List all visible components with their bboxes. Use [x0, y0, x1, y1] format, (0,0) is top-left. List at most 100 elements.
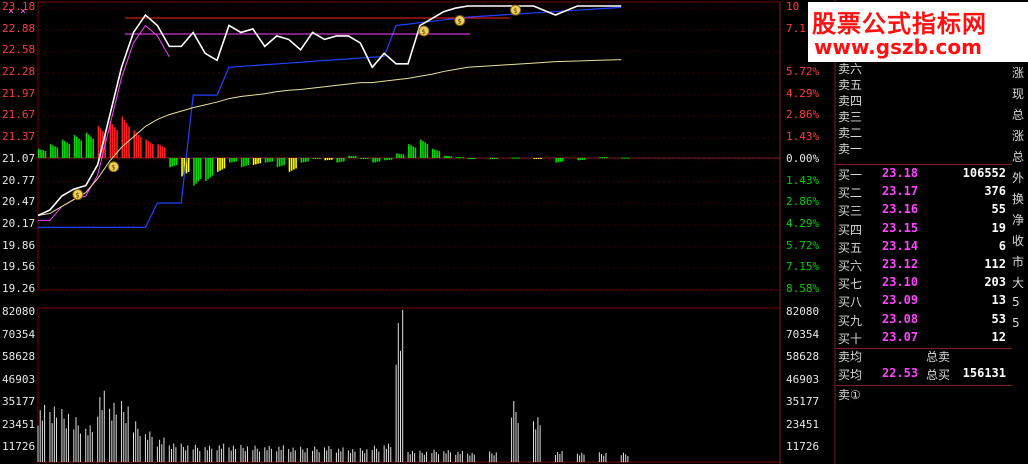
volume-pane-border [37, 307, 781, 463]
intraday-chart[interactable]: $ $ $ $ $ [0, 0, 836, 464]
order-volume: 55 [991, 202, 1006, 217]
macd-bar [625, 157, 628, 159]
total-sell-label: 总卖 [926, 350, 951, 364]
percent-tick-label: 10 [786, 0, 800, 13]
macd-bar [513, 157, 516, 159]
macd-bar [360, 158, 362, 159]
info-char: 外 [1012, 171, 1025, 185]
sell-row[interactable]: 卖一 [836, 140, 1012, 159]
macd-bar [195, 158, 197, 184]
macd-bar [312, 158, 315, 159]
macd-bar [443, 155, 446, 158]
macd-bar [340, 158, 343, 162]
price-tick-label: 22.58 [2, 43, 36, 57]
macd-bar [374, 158, 377, 163]
buy-row[interactable]: 买十 23.07 12 [836, 330, 1012, 349]
macd-bar [384, 158, 386, 161]
order-label: 买九 [838, 313, 863, 328]
info-char: 大 [1012, 276, 1025, 290]
macd-bar [219, 158, 221, 171]
volume-bars [37, 310, 629, 462]
macd-bar [211, 158, 214, 176]
money-bag-icon: $ [108, 161, 120, 173]
price-tick-label: 21.07 [2, 151, 36, 165]
macd-bar [343, 158, 345, 162]
macd-bar [386, 158, 388, 161]
macd-bar [326, 158, 329, 161]
buy-row[interactable]: 买三 23.16 55 [836, 202, 1012, 221]
macd-bar [259, 158, 262, 164]
macd-bar [163, 147, 166, 158]
avg-buy-row[interactable]: 买均 22.53 156131 总买 [836, 366, 1012, 385]
macd-bar [52, 145, 54, 158]
macd-bar [276, 158, 279, 168]
order-label: 买二 [838, 186, 863, 201]
macd-bar [314, 158, 317, 159]
buy-row[interactable]: 买一 23.18 106552 [836, 166, 1012, 185]
order-price: 23.16 [882, 202, 919, 217]
macd-bar [390, 158, 393, 160]
order-price: 23.12 [882, 257, 919, 271]
macd-bar [621, 157, 623, 159]
percent-tick-label: 7.15% [786, 260, 820, 274]
price-tick-label: 22.28 [2, 65, 36, 79]
macd-bar [366, 158, 369, 159]
buy-row[interactable]: 买二 23.17 376 [836, 184, 1012, 203]
buy-row[interactable]: 买九 23.08 53 [836, 312, 1012, 331]
sell-detail-row[interactable]: 卖① [836, 386, 1012, 405]
buy-row[interactable]: 买八 23.09 13 [836, 293, 1012, 312]
macd-bar [467, 158, 470, 159]
macd-bar [159, 145, 162, 158]
macd-bar [533, 158, 536, 159]
macd-bar [388, 158, 391, 160]
macd-bar [474, 158, 476, 159]
macd-bar [518, 157, 520, 159]
order-volume: 13 [991, 293, 1006, 308]
buy-row[interactable]: 买七 23.10 203 [836, 275, 1012, 294]
price-tick-label: 23.18 [2, 0, 36, 13]
buy-row[interactable]: 买六 23.12 112 [836, 257, 1012, 276]
buy-row[interactable]: 买四 23.15 19 [836, 221, 1012, 240]
macd-bar [307, 158, 309, 162]
macd-bar [54, 146, 56, 158]
macd-bar [38, 148, 40, 158]
macd-bar [300, 158, 303, 163]
macd-bar [396, 153, 398, 158]
macd-bar [209, 158, 212, 178]
macd-bar [125, 123, 128, 158]
price-tick-label: 20.47 [2, 195, 36, 209]
macd-bar [92, 138, 94, 158]
macd-bar [157, 144, 159, 158]
percent-tick-label: 8.58% [786, 282, 820, 295]
avg-sell-row[interactable]: 卖均 总卖 [836, 348, 1012, 367]
info-char: 收 [1012, 234, 1025, 248]
macd-bar [319, 158, 321, 159]
order-price: 23.14 [882, 238, 919, 253]
order-volume: 112 [984, 257, 1006, 271]
macd-bar [64, 141, 66, 158]
macd-bar [302, 158, 305, 163]
macd-bar [293, 158, 295, 170]
percent-tick-label: 1.43% [786, 130, 820, 144]
money-bag-icon: $ [72, 189, 84, 201]
buy-row[interactable]: 买五 23.14 6 [836, 239, 1012, 258]
macd-bar [149, 142, 152, 158]
macd-bar [446, 155, 448, 158]
macd-bar [448, 156, 450, 158]
order-label: 卖① [838, 388, 861, 402]
volume-tick-label: 23451 [2, 417, 36, 431]
macd-bar [424, 142, 426, 158]
macd-bar [255, 158, 257, 165]
macd-bar [87, 134, 90, 158]
macd-bar [173, 158, 176, 166]
price-tick-label: 19.56 [2, 260, 36, 274]
macd-bar [338, 158, 341, 163]
svg-text:$: $ [457, 18, 461, 26]
macd-bar [245, 158, 247, 166]
macd-bar [44, 151, 47, 158]
watermark-url: www.gszb.com [814, 35, 982, 59]
macd-bar [231, 158, 233, 163]
macd-bar [562, 158, 564, 162]
volume-tick-label: 82080 [2, 305, 36, 318]
macd-bar [78, 138, 80, 158]
